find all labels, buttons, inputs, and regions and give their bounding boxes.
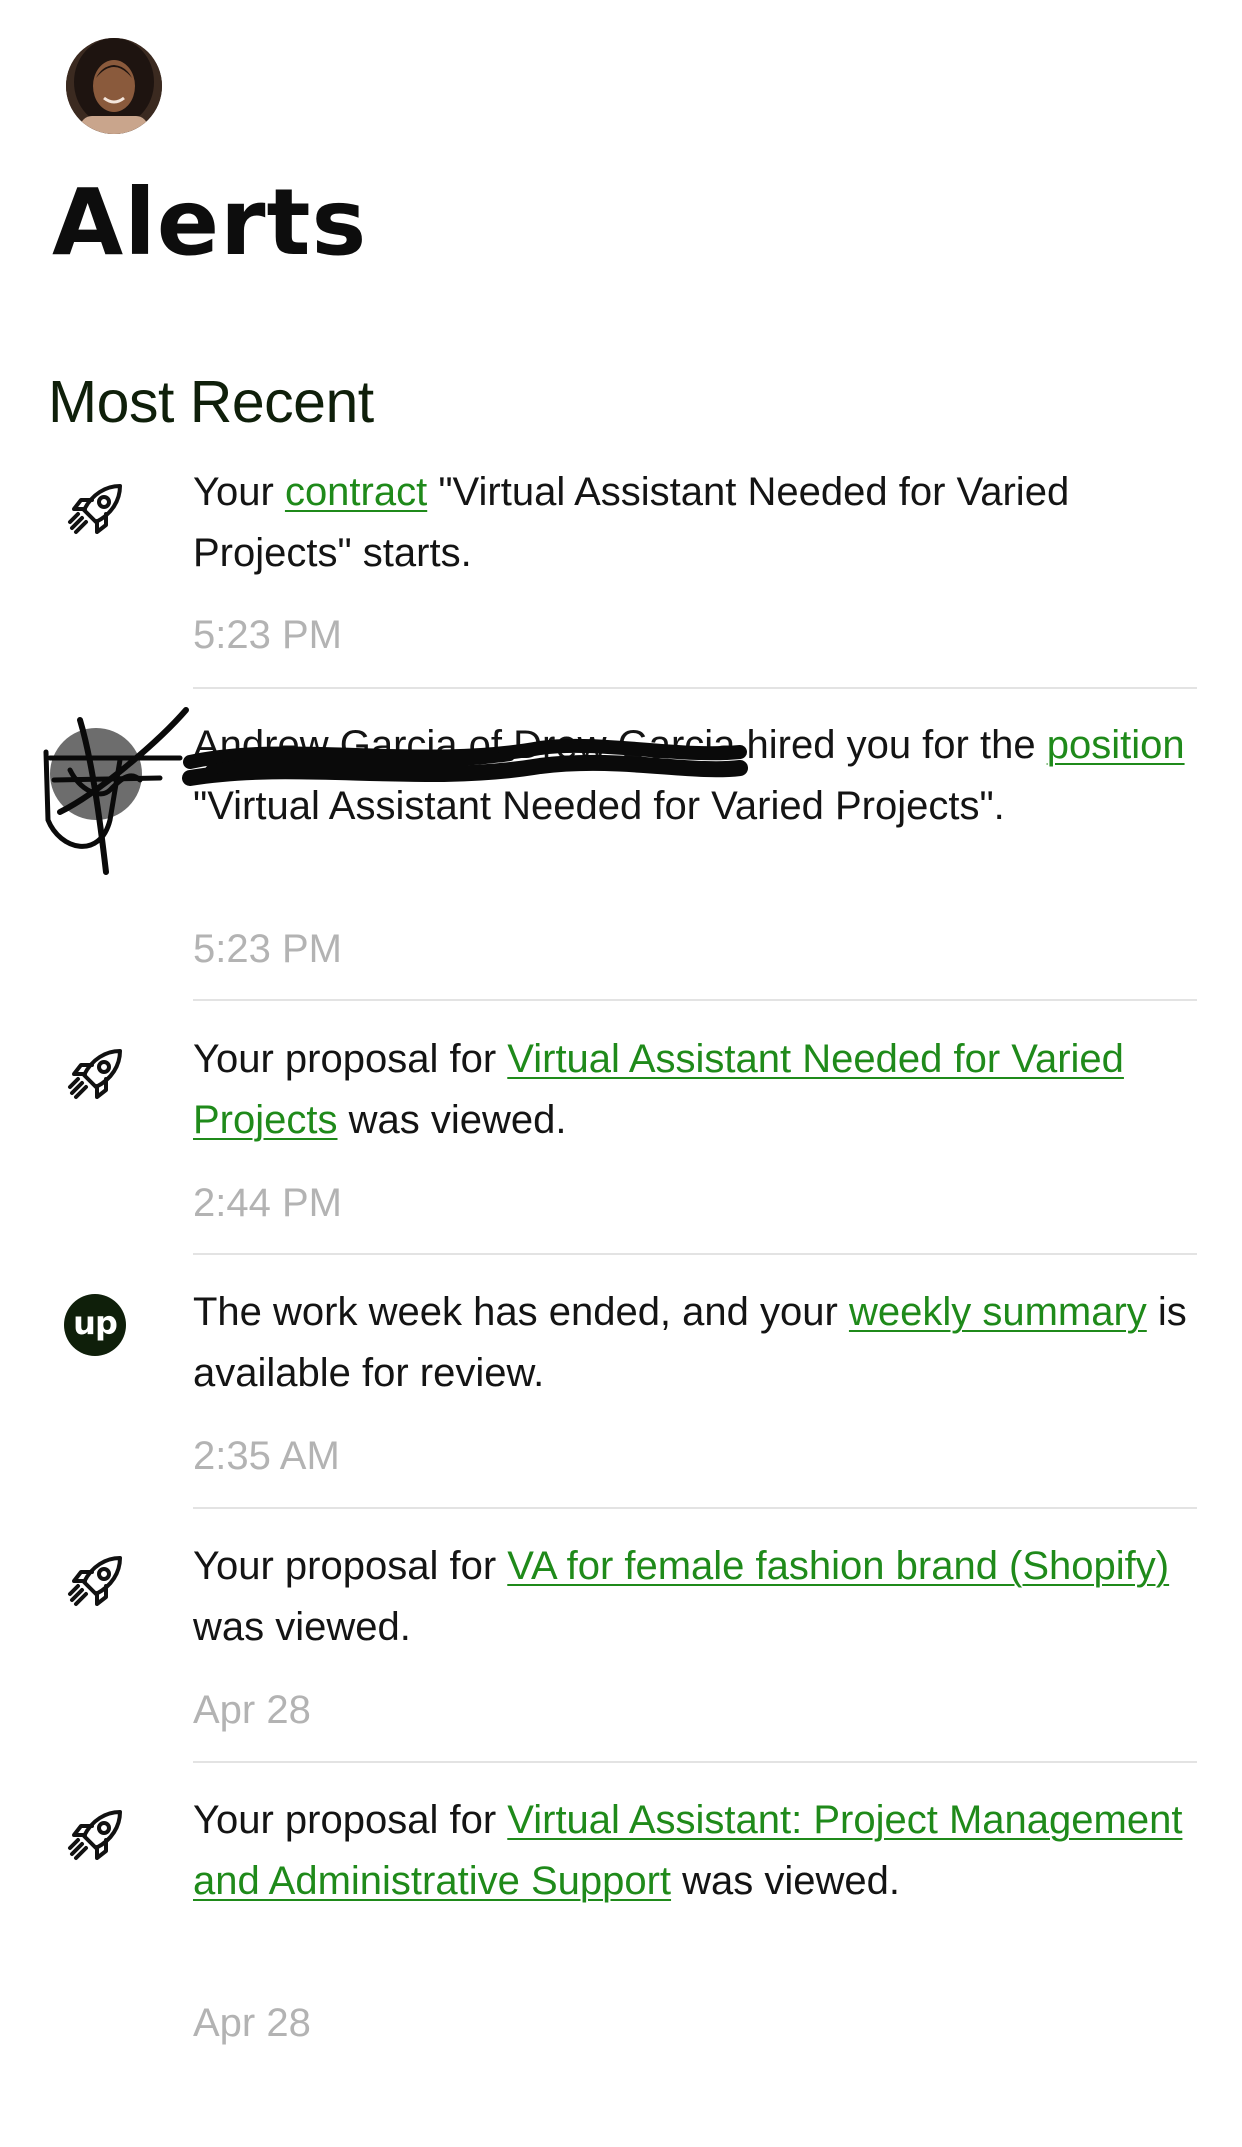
alert-text-pre: The work week has ended, and your bbox=[193, 1290, 849, 1334]
divider bbox=[193, 1507, 1197, 1509]
alerts-list: Your contract "Virtual Assistant Needed … bbox=[0, 0, 1242, 2147]
job-link[interactable]: VA for female fashion brand (Shopify) bbox=[507, 1544, 1169, 1588]
upwork-logo-icon: up bbox=[64, 1294, 126, 1356]
alert-message: Your contract "Virtual Assistant Needed … bbox=[193, 462, 1203, 584]
alert-timestamp: Apr 28 bbox=[193, 1688, 311, 1732]
rocket-icon bbox=[64, 1804, 128, 1868]
alert-timestamp: 2:35 AM bbox=[193, 1434, 340, 1478]
divider bbox=[193, 1253, 1197, 1255]
divider bbox=[193, 687, 1197, 689]
alert-text-pre: Andrew Garcia of Drew Garcia hired you f… bbox=[193, 723, 1047, 767]
weekly-summary-link[interactable]: weekly summary bbox=[849, 1290, 1147, 1334]
alert-message: Andrew Garcia of Drew Garcia hired you f… bbox=[193, 715, 1203, 837]
alert-timestamp: 5:23 PM bbox=[193, 927, 342, 971]
alert-timestamp: 5:23 PM bbox=[193, 613, 342, 657]
divider bbox=[193, 1761, 1197, 1763]
alert-text-post: was viewed. bbox=[337, 1098, 567, 1142]
upwork-logo-text: up bbox=[73, 1304, 118, 1342]
rocket-icon bbox=[64, 1043, 128, 1107]
alert-message: Your proposal for Virtual Assistant Need… bbox=[193, 1029, 1203, 1151]
alert-text-pre: Your proposal for bbox=[193, 1798, 508, 1842]
client-avatar bbox=[50, 728, 142, 820]
alert-text-pre: Your bbox=[193, 470, 285, 514]
alert-text-pre: Your proposal for bbox=[193, 1037, 508, 1081]
divider bbox=[193, 999, 1197, 1001]
alert-message: Your proposal for Virtual Assistant: Pro… bbox=[193, 1790, 1203, 1912]
rocket-icon bbox=[64, 1550, 128, 1614]
position-link[interactable]: position bbox=[1047, 723, 1185, 767]
alert-text-post: was viewed. bbox=[193, 1605, 411, 1649]
alert-timestamp: 2:44 PM bbox=[193, 1181, 342, 1225]
alert-text-post: was viewed. bbox=[671, 1859, 901, 1903]
alert-timestamp: Apr 28 bbox=[193, 2001, 311, 2045]
contract-link[interactable]: contract bbox=[285, 470, 427, 514]
alert-text-post: "Virtual Assistant Needed for Varied Pro… bbox=[193, 784, 1005, 828]
alert-message: Your proposal for VA for female fashion … bbox=[193, 1536, 1203, 1658]
alert-text-pre: Your proposal for bbox=[193, 1544, 508, 1588]
alert-message: The work week has ended, and your weekly… bbox=[193, 1282, 1203, 1404]
rocket-icon bbox=[64, 478, 128, 542]
